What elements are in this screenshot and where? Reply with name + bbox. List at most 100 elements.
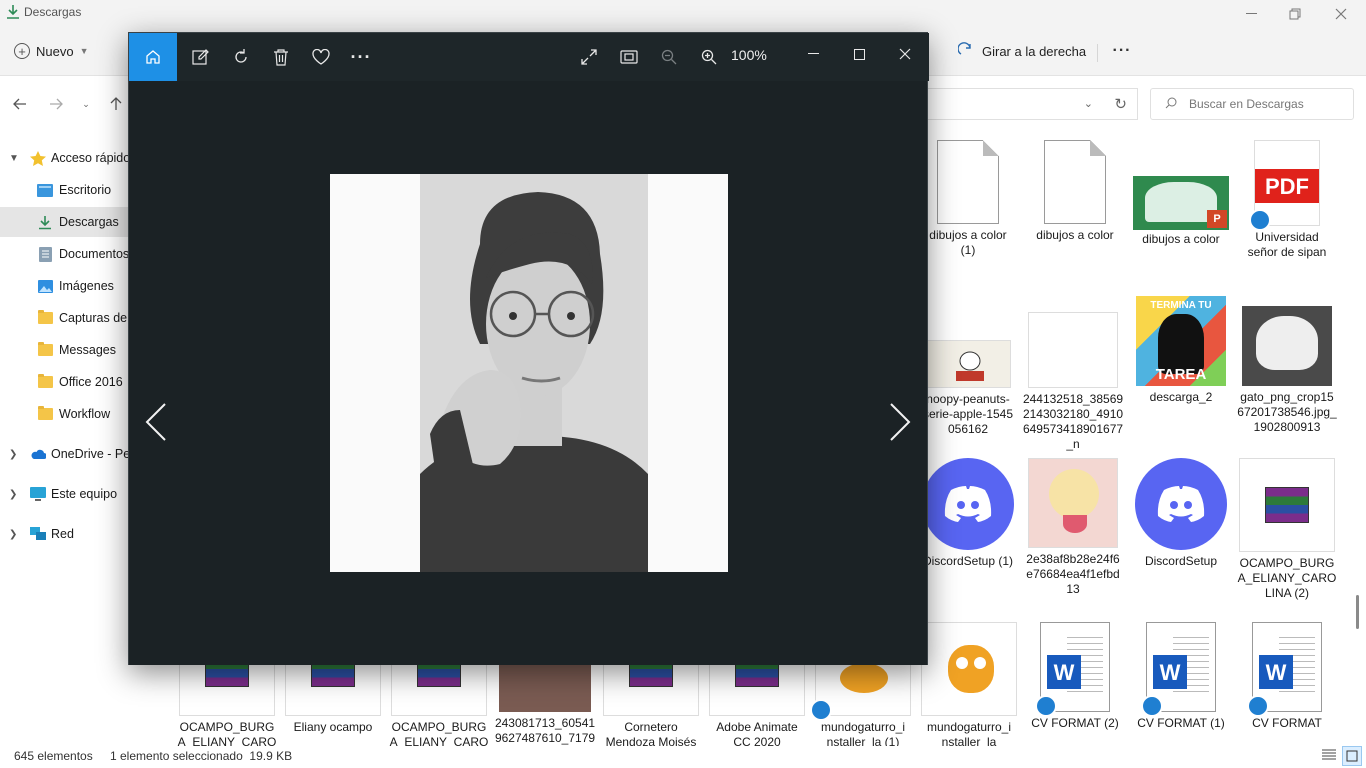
photo-viewer-window: ··· 100% [128,32,929,665]
sync-badge-icon [1141,695,1163,717]
more-options-button[interactable]: ··· [347,43,375,71]
sidebar-item-label: Capturas de p [59,311,128,325]
image-thumbnail [1028,458,1118,548]
file-item[interactable]: W CV FORMAT (2) [1024,622,1126,731]
file-item[interactable]: P dibujos a color [1130,140,1232,247]
pdf-icon: PDF [1255,169,1319,203]
file-item[interactable]: mundogaturro_i nstaller_la [918,622,1020,750]
document-icon [37,246,53,262]
meme-top-text: TERMINA TU [1150,300,1212,311]
sync-badge-icon [810,699,832,721]
sidebar-item-desktop[interactable]: Escritorio [0,175,128,205]
sidebar-item-office-2016[interactable]: Office 2016 [0,367,128,397]
fit-to-window-button[interactable] [615,43,643,71]
chevron-down-icon[interactable]: ⌄ [1084,97,1093,110]
rotate-right-icon [957,41,974,61]
viewer-minimize-button[interactable] [793,39,833,69]
file-name: CV FORMAT [1252,716,1322,730]
sidebar-item-label: Messages [59,343,116,357]
word-letter: W [1153,655,1187,689]
file-item[interactable]: dibujos a color (1) [917,140,1019,258]
close-button[interactable] [1318,0,1364,28]
home-button[interactable] [129,33,177,81]
star-icon [30,150,46,166]
sidebar-item-label: Workflow [59,407,111,421]
displayed-photo [330,174,728,572]
sidebar-item-capturas[interactable]: Capturas de p [0,303,128,333]
file-name: OCAMPO_BURG A_ELIANY_CARO LINA (2) [1237,556,1337,600]
file-name: Eliany ocampo [293,720,373,734]
zoom-level[interactable]: 100% [731,47,767,63]
file-name: noopy-peanuts- serie-apple-1545 056162 [922,392,1014,436]
file-icon [1044,140,1106,224]
search-icon [1165,97,1177,112]
file-item[interactable]: dibujos a color [1024,140,1126,243]
sidebar-item-messages[interactable]: Messages [0,335,128,365]
search-box[interactable]: Buscar en Descargas [1150,88,1354,120]
portrait-image [420,174,648,572]
new-button[interactable]: + Nuevo ▼ [14,36,89,66]
file-name: CV FORMAT (1) [1137,716,1225,730]
word-letter: W [1259,655,1293,689]
file-name: DiscordSetup [1144,554,1218,568]
scrollbar-thumb[interactable] [1356,595,1359,629]
sidebar-item-documents[interactable]: Documentos [0,239,128,269]
viewer-close-button[interactable] [885,39,925,69]
chevron-right-icon [890,403,911,441]
selection-info: 1 elemento seleccionado 19.9 KB [110,749,293,763]
file-name: dibujos a color (1) [929,228,1007,257]
address-bar[interactable]: ⌄ ↻ [928,88,1138,120]
file-item[interactable]: W CV FORMAT [1236,622,1338,731]
up-arrow-icon[interactable] [106,96,126,112]
sidebar-item-pictures[interactable]: Imágenes [0,271,128,301]
back-arrow-icon[interactable] [10,96,30,112]
sidebar-item-onedrive[interactable]: ❯ OneDrive - Per [0,439,128,469]
sidebar-item-network[interactable]: ❯ Red [0,519,128,549]
folder-icon [37,310,53,325]
viewer-maximize-button[interactable] [839,39,879,69]
rotate-right-button[interactable]: Girar a la derecha [957,36,1086,66]
powerpoint-icon: P [1207,210,1227,228]
favorite-button[interactable] [307,43,335,71]
file-item[interactable]: noopy-peanuts- serie-apple-1545 056162 [917,296,1019,437]
forward-arrow-icon[interactable] [46,96,66,112]
word-letter: W [1047,655,1081,689]
rotate-button[interactable] [227,43,255,71]
sidebar-item-downloads[interactable]: Descargas [0,207,128,237]
network-icon [30,527,46,541]
image-canvas [129,81,927,665]
file-item[interactable]: OCAMPO_BURG A_ELIANY_CARO LINA (2) [1236,458,1338,601]
file-item[interactable]: DiscordSetup [1130,458,1232,569]
previous-image-button[interactable] [141,401,171,443]
download-icon [6,4,20,20]
file-item[interactable]: DiscordSetup (1) [917,458,1019,569]
large-icons-view-icon[interactable] [1342,746,1362,766]
file-item[interactable]: gato_png_crop15 67201738546.jpg_ 1902800… [1236,296,1338,435]
chevron-right-icon[interactable]: ❯ [9,449,17,460]
zoom-in-button[interactable] [695,43,723,71]
file-item[interactable]: W CV FORMAT (1) [1130,622,1232,731]
chevron-down-icon[interactable]: ▼ [9,153,19,164]
file-item[interactable]: 2e38af8b28e24f6 e76684ea4f1efbd 13 [1022,458,1124,597]
trash-icon [274,49,288,66]
next-image-button[interactable] [885,401,915,443]
file-item[interactable]: 244132518_38569 2143032180_4910 64957341… [1022,296,1124,452]
chevron-right-icon[interactable]: ❯ [9,529,17,540]
file-item[interactable]: TERMINA TU TAREA descarga_2 [1130,296,1232,405]
delete-button[interactable] [267,43,295,71]
file-item[interactable]: PDF Universidad señor de sipan [1236,140,1338,260]
full-screen-button[interactable] [575,43,603,71]
minimize-button[interactable] [1228,0,1274,28]
sidebar-item-workflow[interactable]: Workflow [0,399,128,429]
navigation-pane: ▼ Acceso rápido Escritorio Descargas Doc… [0,140,128,740]
refresh-icon[interactable]: ↻ [1114,95,1127,113]
chevron-right-icon[interactable]: ❯ [9,489,17,500]
edit-image-button[interactable] [187,43,215,71]
restore-button[interactable] [1272,0,1318,28]
more-options-button[interactable]: ··· [1108,36,1136,66]
recent-locations-chevron-icon[interactable]: ⌄ [76,96,96,112]
sidebar-item-this-pc[interactable]: ❯ Este equipo [0,479,128,509]
sidebar-item-quick-access[interactable]: ▼ Acceso rápido [0,143,128,173]
details-view-icon[interactable] [1322,749,1336,764]
zoom-out-button[interactable] [655,43,683,71]
